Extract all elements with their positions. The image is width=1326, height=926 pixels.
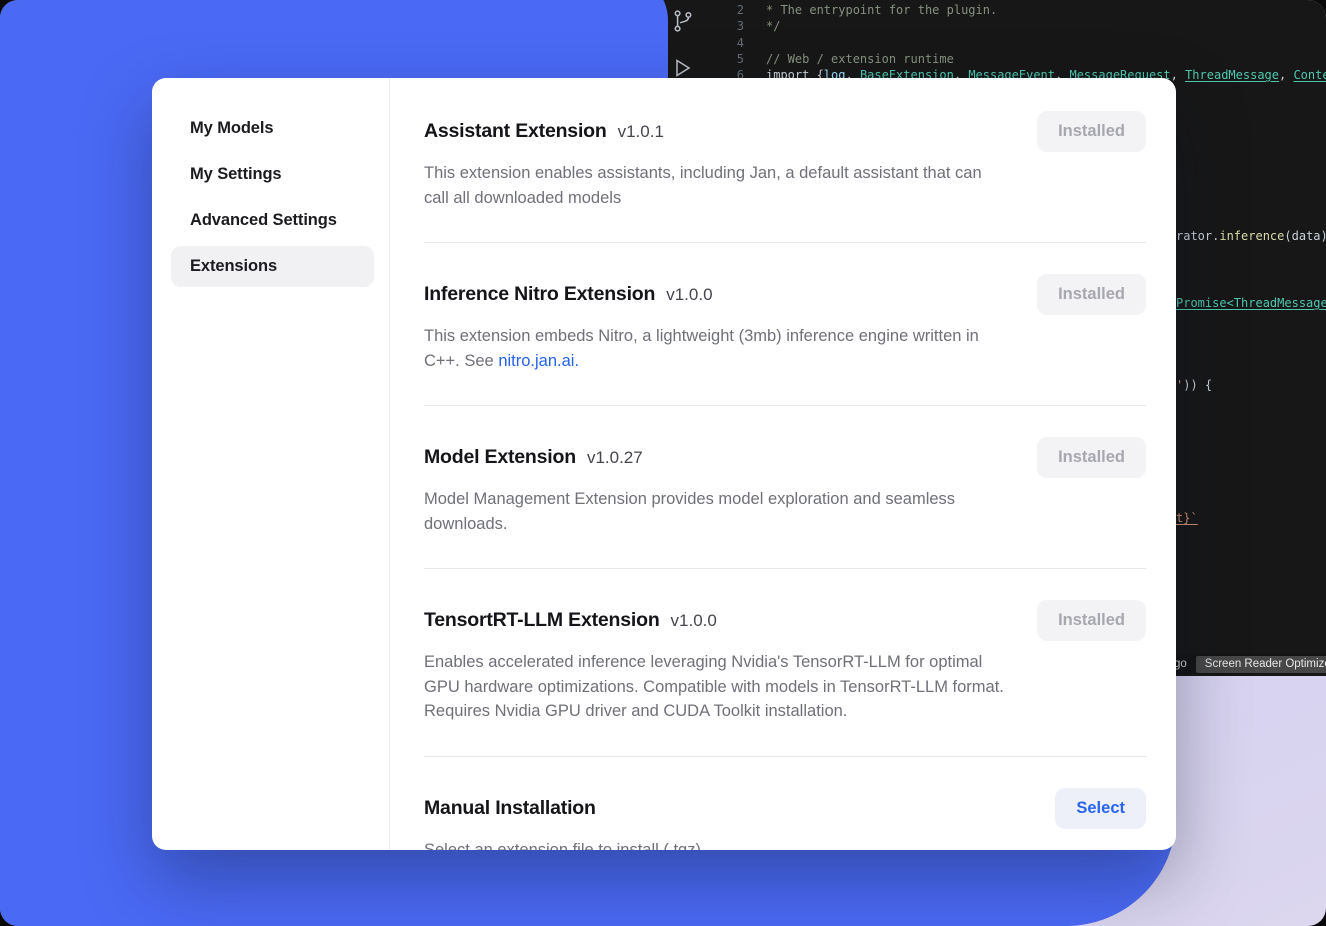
extension-heading: Model Extension v1.0.27 (424, 446, 643, 469)
code-line: 2* The entrypoint for the plugin. (640, 3, 997, 17)
extension-heading: Inference Nitro Extension v1.0.0 (424, 283, 713, 306)
extension-description: Model Management Extension provides mode… (424, 487, 1004, 536)
installed-button[interactable]: Installed (1037, 437, 1146, 478)
extension-heading: Manual Installation (424, 797, 607, 820)
extension-title: Manual Installation (424, 797, 596, 819)
settings-sidebar: My Models My Settings Advanced Settings … (152, 78, 390, 850)
select-file-button[interactable]: Select (1055, 788, 1146, 829)
code-line: 5// Web / extension runtime (640, 52, 954, 66)
sidebar-item-my-models[interactable]: My Models (171, 108, 374, 149)
nitro-jan-ai-link[interactable]: nitro.jan.ai. (498, 352, 579, 370)
code-fragment: ')) { (1176, 378, 1212, 392)
extension-heading: Assistant Extension v1.0.1 (424, 120, 664, 143)
code-fragment: t}` (1176, 511, 1198, 525)
extension-description: Select an extension file to install (.tg… (424, 838, 1004, 851)
installed-button[interactable]: Installed (1037, 274, 1146, 315)
screen-reader-chip: Screen Reader Optimized (1196, 656, 1326, 673)
extension-inference-nitro: Inference Nitro Extension v1.0.0 Installe… (424, 243, 1146, 406)
code-fragment: Promise<ThreadMessage> (1176, 296, 1326, 310)
installed-button[interactable]: Installed (1037, 600, 1146, 641)
extension-description: This extension embeds Nitro, a lightweig… (424, 324, 1004, 373)
extension-version: v1.0.1 (618, 122, 664, 141)
extension-description: Enables accelerated inference leveraging… (424, 650, 1004, 724)
extension-assistant: Assistant Extension v1.0.1 Installed This… (424, 78, 1146, 243)
extension-title: Inference Nitro Extension (424, 283, 655, 305)
extension-title: TensortRT-LLM Extension (424, 609, 660, 631)
extension-title: Assistant Extension (424, 120, 607, 142)
installed-button[interactable]: Installed (1037, 111, 1146, 152)
sidebar-item-extensions[interactable]: Extensions (171, 246, 374, 287)
manual-installation: Manual Installation Select Select an ext… (424, 757, 1146, 851)
extension-title: Model Extension (424, 446, 576, 468)
extensions-panel: Assistant Extension v1.0.1 Installed This… (390, 78, 1176, 850)
extension-description: This extension enables assistants, inclu… (424, 161, 1004, 210)
extension-model: Model Extension v1.0.27 Installed Model M… (424, 406, 1146, 569)
extension-version: v1.0.0 (671, 611, 717, 630)
sidebar-item-advanced-settings[interactable]: Advanced Settings (171, 200, 374, 241)
sidebar-item-my-settings[interactable]: My Settings (171, 154, 374, 195)
settings-modal: My Models My Settings Advanced Settings … (152, 78, 1176, 850)
extension-version: v1.0.0 (666, 285, 712, 304)
extension-tensorrt-llm: TensortRT-LLM Extensionv1.0.0 Installed … (424, 569, 1146, 757)
extension-version: v1.0.27 (587, 448, 643, 467)
code-fragment: rator.inference(data)); (1176, 229, 1326, 243)
extension-heading: TensortRT-LLM Extension v1.0.0 (424, 609, 717, 632)
hero-canvas: 2* The entrypoint for the plugin. 3*/ 4 … (0, 0, 1326, 926)
